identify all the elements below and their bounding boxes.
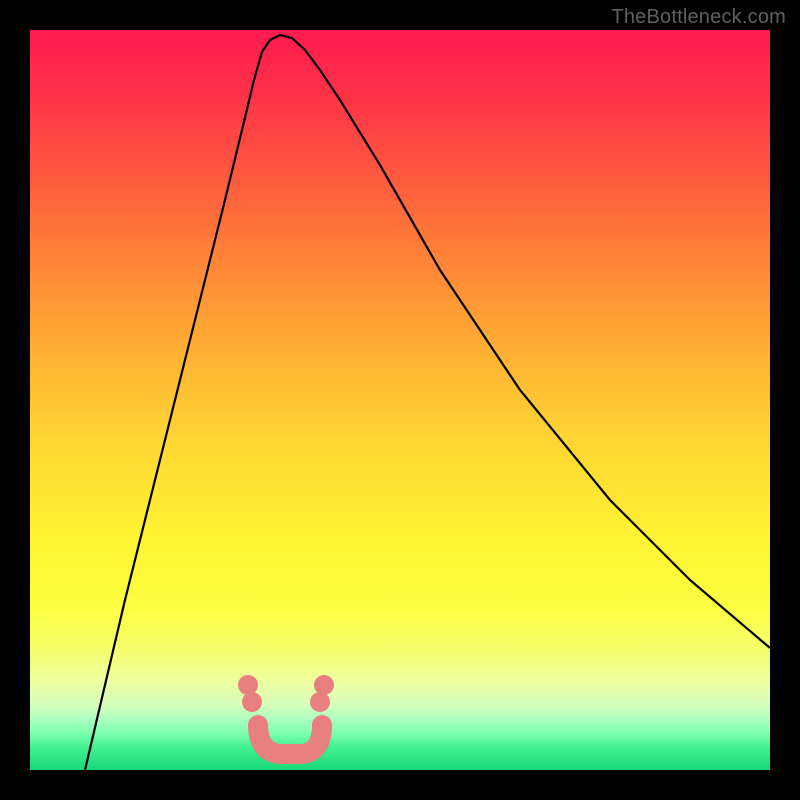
marker-left-upper (238, 675, 258, 695)
bottom-band (258, 725, 322, 754)
marker-right-upper (314, 675, 334, 695)
marker-left-lower (242, 692, 262, 712)
chart-frame: TheBottleneck.com (0, 0, 800, 800)
bottleneck-curve (85, 35, 770, 770)
curve-svg (30, 30, 770, 770)
plot-area (30, 30, 770, 770)
curve-markers (238, 675, 334, 712)
attribution-text: TheBottleneck.com (611, 6, 786, 29)
marker-right-lower (310, 692, 330, 712)
